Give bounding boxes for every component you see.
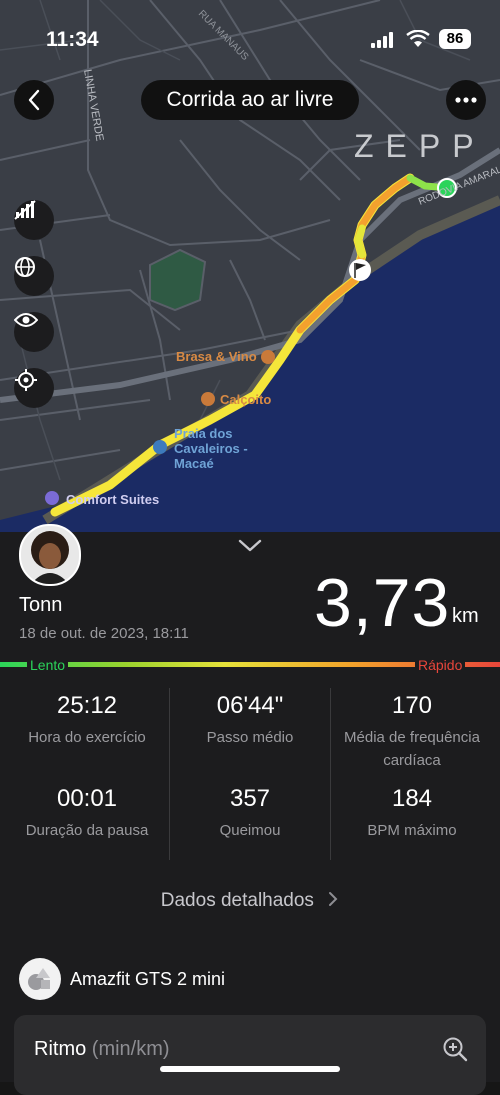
hotel-icon — [45, 491, 59, 505]
stat-value: 06'44" — [216, 692, 284, 719]
stat-label: Passo médio — [206, 729, 294, 746]
stat-label: Hora do exercício — [28, 729, 146, 746]
device-icon — [19, 958, 61, 1000]
pace-fast-label: Rápido — [415, 657, 466, 673]
status-bar: 11:34 86 — [0, 26, 500, 56]
workout-date: 18 de out. de 2023, 18:11 — [19, 625, 189, 642]
locate-icon — [15, 369, 37, 391]
distance-unit: km — [452, 605, 479, 627]
chart-title-label: Ritmo — [34, 1038, 87, 1060]
globe-icon — [15, 257, 35, 277]
device-name: Amazfit GTS 2 mini — [70, 969, 226, 989]
home-indicator — [160, 1066, 340, 1072]
poi-label: Comfort Suites — [66, 492, 160, 507]
status-time: 11:34 — [46, 28, 99, 51]
stat-calories: 357 Queimou — [167, 785, 333, 842]
battery-indicator: 86 — [439, 29, 471, 49]
no-signal-button[interactable] — [14, 200, 54, 240]
cellular-signal-icon — [371, 32, 393, 48]
eye-icon — [14, 313, 38, 327]
stat-value: 357 — [229, 785, 271, 812]
beach-icon — [153, 440, 167, 454]
view-toggle-button[interactable] — [14, 312, 54, 352]
chevron-right-icon — [329, 892, 338, 906]
locate-button[interactable] — [14, 368, 54, 408]
chart-title: Ritmo (min/km) — [34, 1038, 170, 1061]
poi-label: Calçoito — [220, 392, 272, 407]
stat-label: Duração da pausa — [25, 822, 149, 839]
stat-value: 170 — [391, 692, 433, 719]
stat-avg-pace: 06'44" Passo médio — [167, 692, 333, 749]
back-button[interactable] — [14, 80, 54, 120]
stat-exercise-time: 25:12 Hora do exercício — [4, 692, 170, 749]
chevron-left-icon — [28, 89, 40, 111]
collapse-chevron-icon[interactable] — [237, 538, 263, 554]
restaurant-icon — [261, 350, 275, 364]
user-name: Tonn — [19, 594, 63, 616]
watch-icon — [28, 968, 50, 990]
avatar[interactable] — [19, 524, 81, 586]
stat-value: 25:12 — [56, 692, 118, 719]
more-options-button[interactable] — [446, 80, 486, 120]
detailed-data-label: Dados detalhados — [160, 890, 314, 911]
user-photo — [21, 526, 79, 584]
stat-label: Média de frequência cardíaca — [344, 729, 480, 769]
stat-value: 00:01 — [56, 785, 118, 812]
finish-flag-icon — [349, 259, 371, 281]
stat-max-bpm: 184 BPM máximo — [329, 785, 495, 842]
page-title: Corrida ao ar livre — [141, 80, 359, 120]
brand-logo: ZEPP — [354, 128, 486, 164]
stat-label: BPM máximo — [367, 822, 457, 839]
chart-unit-label: (min/km) — [91, 1038, 170, 1060]
restaurant-icon — [201, 392, 215, 406]
stat-pause-duration: 00:01 Duração da pausa — [4, 785, 170, 842]
poi-label: Brasa & Vino — [176, 349, 257, 364]
detailed-data-link[interactable]: Dados detalhados — [0, 890, 500, 912]
no-signal-icon — [14, 200, 36, 220]
zoom-in-icon[interactable] — [442, 1036, 468, 1062]
wifi-icon — [406, 30, 430, 47]
stat-value: 184 — [391, 785, 433, 812]
distance-value: 3,73 — [314, 565, 451, 641]
stat-label: Queimou — [219, 822, 281, 839]
poi-label: Praia dos Cavaleiros - Macaé — [174, 426, 248, 471]
pace-slow-label: Lento — [27, 657, 69, 673]
stat-avg-heart-rate: 170 Média de frequência cardíaca — [329, 692, 495, 772]
map-layer-button[interactable] — [14, 256, 54, 296]
more-dots-icon — [455, 97, 477, 103]
